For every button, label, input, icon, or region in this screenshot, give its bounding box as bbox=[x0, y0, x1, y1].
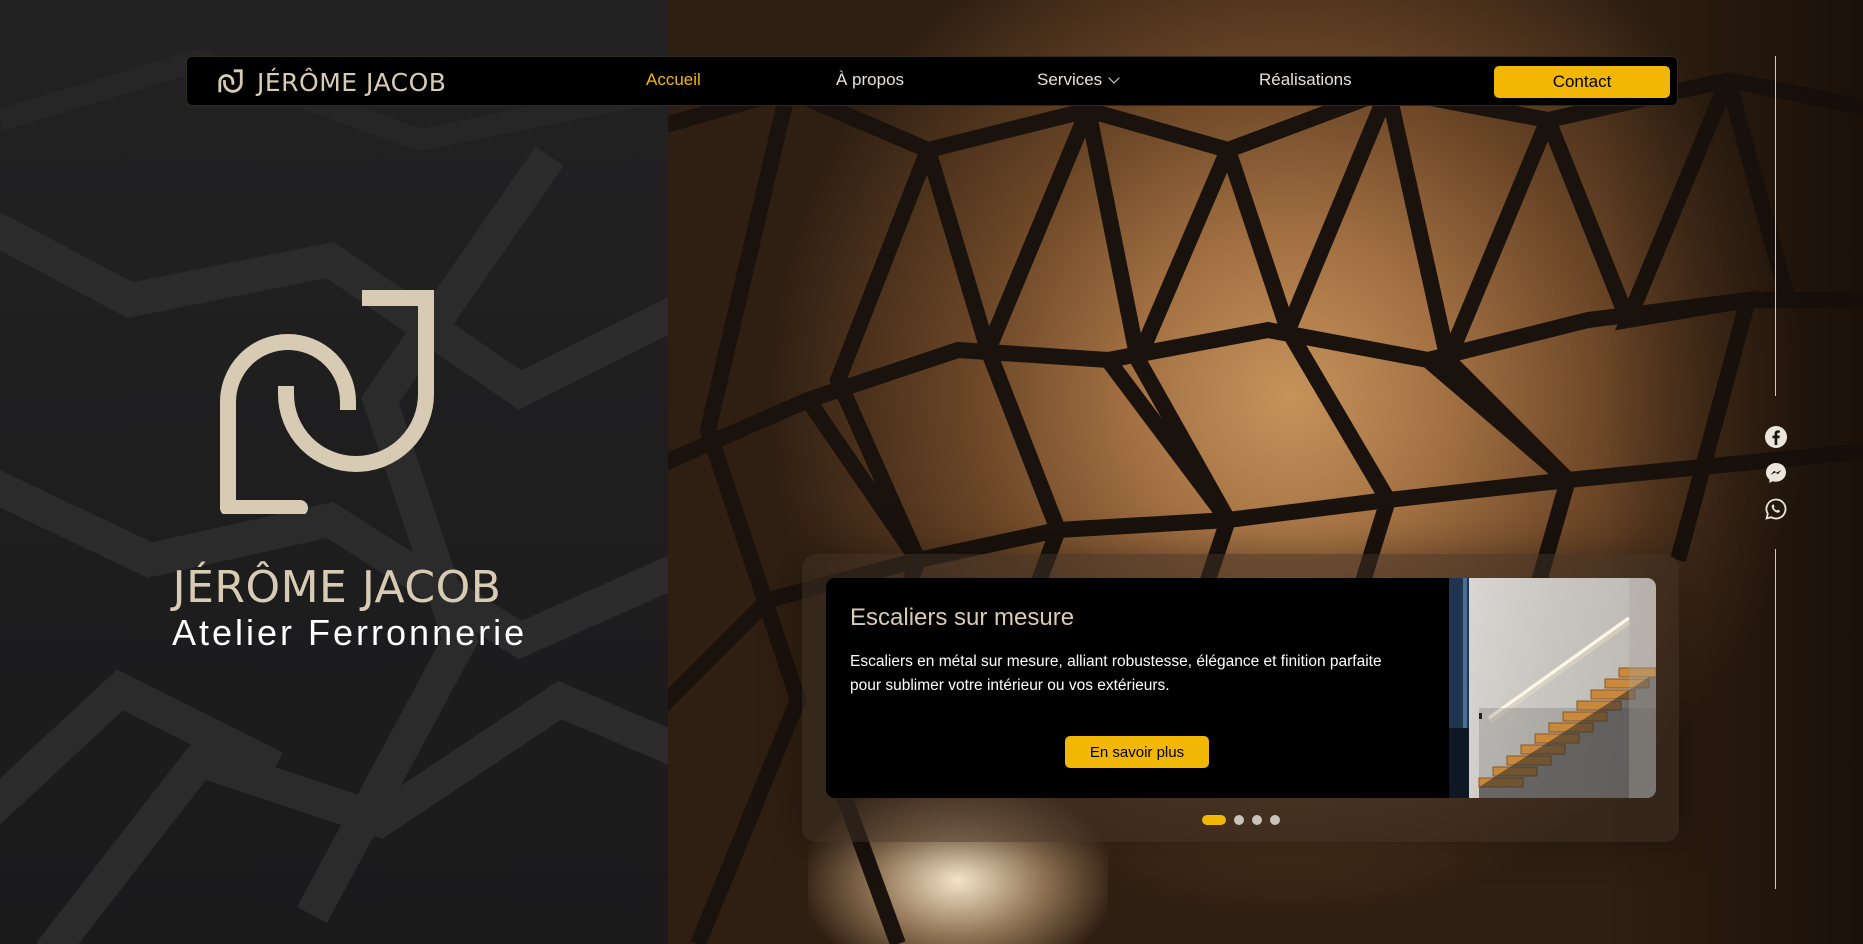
contact-button[interactable]: Contact bbox=[1494, 66, 1670, 98]
slider-dot-3[interactable] bbox=[1252, 815, 1262, 825]
whatsapp-icon bbox=[1765, 498, 1787, 520]
staircase-illustration bbox=[1449, 578, 1656, 798]
facebook-link[interactable] bbox=[1764, 425, 1788, 449]
hero-monogram-logo bbox=[220, 290, 434, 514]
hero-subtitle: Atelier Ferronnerie bbox=[172, 612, 528, 653]
slider-dot-4[interactable] bbox=[1270, 815, 1280, 825]
rail-divider-top bbox=[1775, 56, 1776, 396]
slide-title: Escaliers sur mesure bbox=[850, 604, 1075, 631]
slider-dot-2[interactable] bbox=[1234, 815, 1244, 825]
nav-item-services[interactable]: Services bbox=[1037, 70, 1120, 90]
slider-pagination bbox=[1202, 815, 1280, 825]
chevron-down-icon bbox=[1108, 72, 1120, 84]
hero-brand-name: JÉRÔME JACOB bbox=[172, 562, 502, 613]
slider-dot-1[interactable] bbox=[1202, 815, 1226, 825]
messenger-link[interactable] bbox=[1764, 461, 1788, 485]
nav-item-realisations[interactable]: Réalisations bbox=[1259, 70, 1352, 90]
slide-description: Escaliers en métal sur mesure, alliant r… bbox=[850, 653, 1382, 694]
rail-divider-bottom bbox=[1775, 549, 1776, 889]
learn-more-button[interactable]: En savoir plus bbox=[1065, 736, 1209, 768]
nav-links: Accueil À propos Services Réalisations bbox=[187, 57, 1677, 105]
facebook-icon bbox=[1765, 426, 1787, 448]
service-slide-card: Escaliers sur mesure Escaliers en métal … bbox=[826, 578, 1656, 798]
nav-item-a-propos[interactable]: À propos bbox=[836, 70, 904, 90]
messenger-icon bbox=[1766, 463, 1786, 483]
top-navbar: JÉRÔME JACOB Accueil À propos Services R… bbox=[186, 56, 1678, 106]
nav-item-services-label: Services bbox=[1037, 70, 1103, 89]
staircase-photo bbox=[1449, 578, 1656, 798]
nav-item-accueil[interactable]: Accueil bbox=[646, 70, 701, 90]
whatsapp-link[interactable] bbox=[1764, 497, 1788, 521]
